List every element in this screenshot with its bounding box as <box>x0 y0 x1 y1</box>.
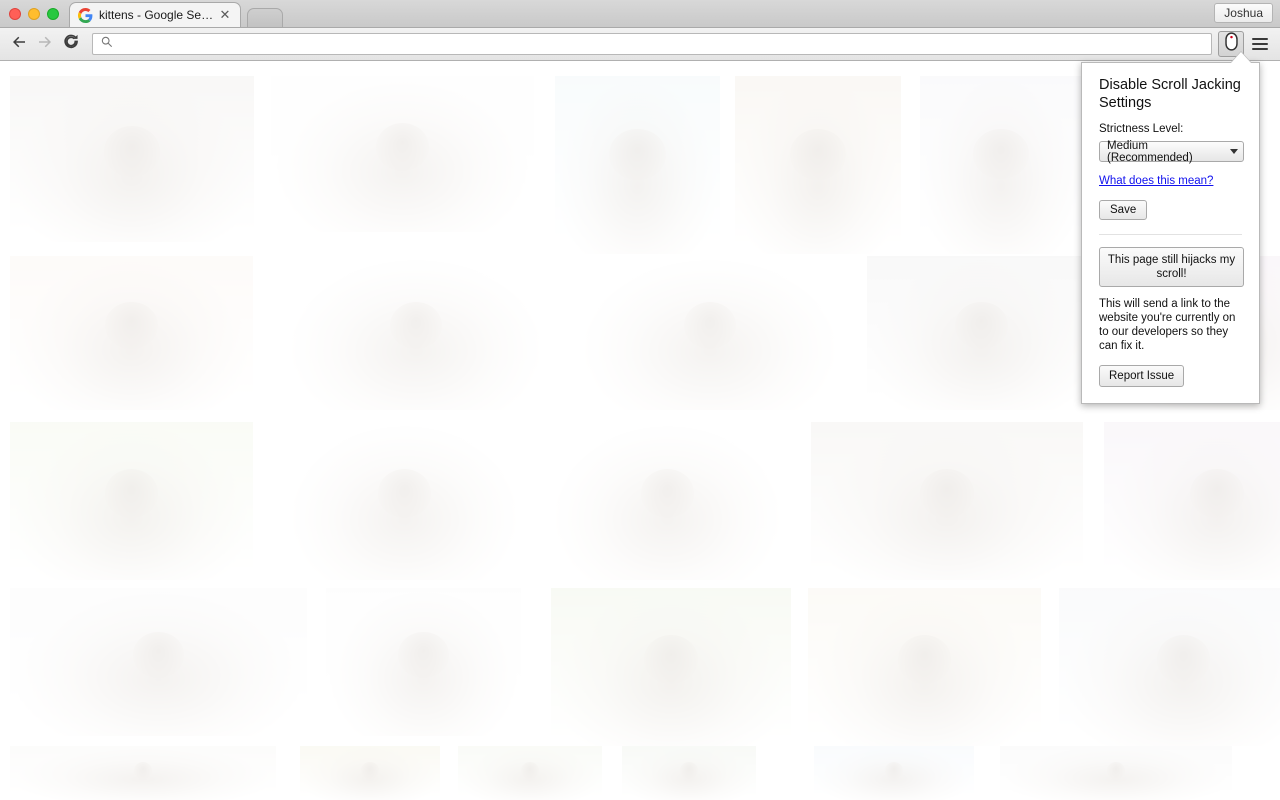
address-bar[interactable] <box>92 33 1212 55</box>
image-grid-row <box>0 422 1280 580</box>
chevron-down-icon <box>1230 149 1238 154</box>
profile-name: Joshua <box>1224 6 1263 20</box>
strictness-level-label: Strictness Level: <box>1099 123 1184 135</box>
browser-toolbar <box>0 28 1280 61</box>
browser-tab[interactable]: kittens - Google Search ✕ <box>69 2 241 27</box>
image-result-window-kitten[interactable] <box>867 256 1096 410</box>
close-tab-button[interactable]: ✕ <box>218 8 232 22</box>
new-tab-button[interactable] <box>247 8 283 27</box>
reload-button[interactable] <box>58 31 84 57</box>
image-result-lying-kitten[interactable] <box>10 588 307 736</box>
page-still-hijacks-button[interactable]: This page still hijacks my scroll! <box>1099 247 1244 287</box>
tab-title: kittens - Google Search <box>99 8 218 22</box>
hamburger-menu-icon <box>1252 38 1268 50</box>
strictness-level-select[interactable]: Medium (Recommended) <box>1099 139 1244 164</box>
image-result-pair-kittens[interactable] <box>1000 746 1232 800</box>
report-description: This will send a link to the website you… <box>1099 298 1236 352</box>
image-result-standing-kitten[interactable] <box>920 76 1082 254</box>
image-result-cream-kitten[interactable] <box>555 76 720 254</box>
forward-button[interactable] <box>32 31 58 57</box>
image-result-kitten-in-pot[interactable] <box>735 76 901 254</box>
what-does-this-mean-link[interactable]: What does this mean? <box>1099 175 1213 187</box>
popup-title: Disable Scroll Jacking Settings <box>1099 77 1241 111</box>
search-icon <box>100 35 113 53</box>
browser-menu-button[interactable] <box>1248 31 1272 57</box>
image-result-portrait-kitten[interactable] <box>10 76 254 242</box>
window-controls <box>0 8 67 27</box>
extension-popup: Disable Scroll Jacking Settings Strictne… <box>1081 62 1260 404</box>
image-result-four-kittens-row[interactable] <box>271 76 534 232</box>
forward-arrow-icon <box>36 33 54 56</box>
popup-caret-icon <box>1231 52 1251 63</box>
save-button[interactable]: Save <box>1099 200 1148 220</box>
image-result-meadow-kitten[interactable] <box>10 422 253 580</box>
image-result-two-white-kittens[interactable] <box>326 588 521 736</box>
popup-divider <box>1099 234 1242 235</box>
image-result-log-kittens[interactable] <box>1104 422 1280 580</box>
back-button[interactable] <box>6 31 32 57</box>
tab-strip: kittens - Google Search ✕ Joshua <box>0 0 1280 28</box>
image-result-leaf-kitten[interactable] <box>458 746 602 800</box>
image-result-rolling-kitten[interactable] <box>281 256 551 410</box>
address-input[interactable] <box>119 35 1204 53</box>
image-result-kitten-litter[interactable] <box>10 256 253 410</box>
image-result-kitten-group[interactable] <box>1059 588 1280 746</box>
back-arrow-icon <box>10 33 28 56</box>
minimize-window-button[interactable] <box>28 8 40 20</box>
image-result-yellow-kitten[interactable] <box>300 746 440 800</box>
browser-window: kittens - Google Search ✕ Joshua Disable… <box>0 0 1280 800</box>
image-result-dalmatian-kitten[interactable] <box>10 746 276 800</box>
maximize-window-button[interactable] <box>47 8 59 20</box>
google-g-icon <box>78 7 93 23</box>
image-result-blue-kitten[interactable] <box>814 746 974 800</box>
close-window-button[interactable] <box>9 8 21 20</box>
image-result-rolling-kitten-2[interactable] <box>574 256 846 410</box>
profile-button[interactable]: Joshua <box>1214 3 1273 23</box>
image-result-laser-kittens[interactable] <box>811 422 1083 580</box>
reload-icon <box>62 32 81 56</box>
image-result-five-kittens[interactable] <box>283 422 526 580</box>
strictness-level-value: Medium (Recommended) <box>1107 139 1193 164</box>
image-result-three-kittens[interactable] <box>546 422 789 580</box>
image-result-grass-trio[interactable] <box>551 588 791 746</box>
image-result-kitten-on-book[interactable] <box>808 588 1041 746</box>
image-grid-row <box>0 746 1280 800</box>
image-grid-row <box>0 588 1280 746</box>
report-issue-button[interactable]: Report Issue <box>1099 365 1185 387</box>
image-result-soft-kitten[interactable] <box>622 746 756 800</box>
